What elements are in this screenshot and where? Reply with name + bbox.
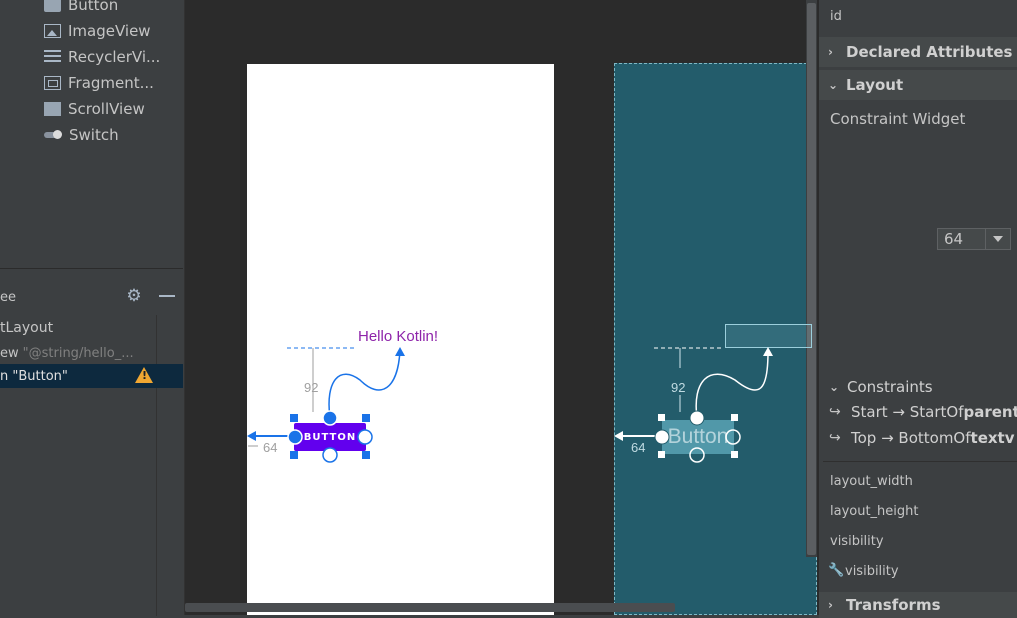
constraint-start-row[interactable]: ↪ Start → StartOf parent — [829, 403, 1017, 421]
layout-height-label: layout_height — [830, 504, 919, 519]
recyclerview-icon — [44, 50, 61, 64]
constraint-top-prefix: Top → BottomOf — [851, 429, 971, 447]
palette-item-button[interactable]: Button — [44, 0, 118, 15]
horizontal-scrollbar[interactable] — [185, 603, 675, 612]
margin-dropdown[interactable]: 64 — [937, 228, 1011, 250]
layout-header[interactable]: ⌄ Layout — [819, 70, 1017, 100]
transforms-header[interactable]: › Transforms — [819, 592, 1017, 618]
layout-width-label: layout_width — [830, 474, 913, 489]
chevron-down-icon[interactable] — [985, 229, 1010, 249]
constraint-start-target: parent — [963, 403, 1017, 421]
warning-icon[interactable]: ! — [135, 367, 153, 383]
palette-item-label: ScrollView — [68, 100, 145, 118]
chevron-down-icon: ⌄ — [828, 78, 839, 92]
visibility-label: visibility — [830, 534, 884, 549]
fragment-icon — [44, 76, 61, 90]
palette-panel: Button ImageView RecyclerVi... Fragment.… — [0, 0, 183, 268]
vertical-scrollbar[interactable] — [807, 3, 816, 555]
constraint-link-icon: ↪ — [829, 404, 841, 420]
tools-visibility-label: visibility — [845, 564, 899, 579]
button-icon — [44, 0, 61, 12]
tree-row-label: tLayout — [0, 320, 54, 336]
chevron-down-icon: ⌄ — [829, 380, 840, 394]
constraint-top-target: textv — [970, 429, 1015, 447]
palette-item-imageview[interactable]: ImageView — [44, 21, 151, 41]
chevron-right-icon: › — [828, 598, 833, 612]
palette-item-label: ImageView — [68, 22, 151, 40]
minimize-icon[interactable] — [159, 295, 175, 297]
divider — [823, 461, 1017, 462]
constraint-start-prefix: Start → StartOf — [851, 403, 964, 421]
component-tree-title: ee — [0, 290, 16, 305]
palette-item-label: Button — [68, 0, 119, 14]
margin-top-label: 92 — [304, 380, 319, 395]
constraint-widget-label: Constraint Widget — [830, 110, 966, 128]
design-button[interactable]: BUTTON — [294, 423, 366, 451]
component-tree-panel: ee ⚙ tLayout ew "@string/hello_... n "Bu… — [0, 268, 183, 616]
palette-item-switch[interactable]: Switch — [44, 125, 119, 145]
section-title: Transforms — [846, 596, 941, 614]
id-label: id — [830, 9, 842, 24]
tree-row-label: ew — [0, 345, 19, 361]
declared-attributes-header[interactable]: › Declared Attributes — [819, 37, 1017, 67]
section-title: Layout — [846, 76, 904, 94]
blueprint-margin-start-label: 64 — [631, 440, 646, 455]
blueprint-margin-top-label: 92 — [671, 380, 686, 395]
blueprint-button[interactable]: Button — [662, 420, 734, 454]
constraint-top-row[interactable]: ↪ Top → BottomOf textv — [829, 429, 1015, 447]
palette-item-label: RecyclerVi... — [68, 48, 161, 66]
margin-start-label: 64 — [263, 440, 278, 455]
imageview-icon — [44, 24, 61, 38]
section-title: Declared Attributes — [846, 43, 1013, 61]
palette-item-recyclerview[interactable]: RecyclerVi... — [44, 47, 160, 67]
palette-item-label: Switch — [69, 126, 119, 144]
attributes-panel: id › Declared Attributes ⌄ Layout Constr… — [818, 0, 1017, 618]
switch-icon — [44, 128, 62, 142]
margin-value: 64 — [944, 230, 964, 248]
tree-row-constraintlayout[interactable]: tLayout — [0, 316, 183, 340]
constraints-header[interactable]: ⌄ Constraints — [829, 378, 933, 396]
tree-row-subtext: "@string/hello_... — [22, 345, 134, 361]
gear-icon[interactable]: ⚙ — [125, 287, 143, 305]
chevron-right-icon: › — [828, 45, 833, 59]
tree-row-label: n "Button" — [0, 368, 68, 384]
palette-item-scrollview[interactable]: ScrollView — [44, 99, 145, 119]
blueprint-textview[interactable] — [725, 324, 812, 348]
wrench-icon: 🔧 — [828, 563, 845, 578]
hello-kotlin-textview[interactable]: Hello Kotlin! — [358, 328, 438, 345]
palette-item-fragment[interactable]: Fragment... — [44, 73, 154, 93]
tree-row-textview[interactable]: ew "@string/hello_... — [0, 341, 183, 365]
palette-item-label: Fragment... — [68, 74, 154, 92]
constraint-link-icon: ↪ — [829, 430, 841, 446]
scrollview-icon — [44, 102, 61, 116]
tree-row-button-selected[interactable]: n "Button" ! — [0, 364, 183, 388]
constraints-label: Constraints — [847, 378, 933, 396]
